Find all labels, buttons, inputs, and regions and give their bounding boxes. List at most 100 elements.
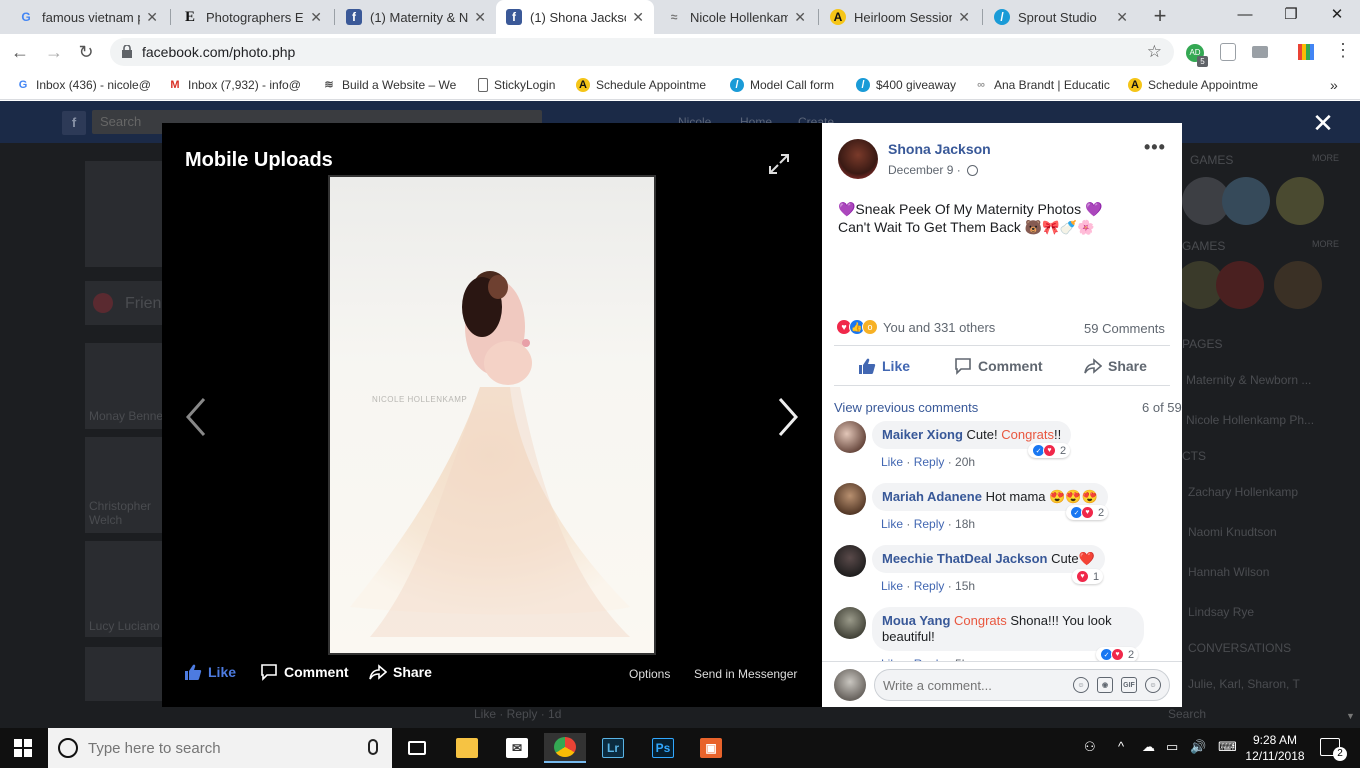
new-tab-button[interactable]: + <box>1148 5 1172 29</box>
viewer-like-button[interactable]: Like <box>184 663 236 681</box>
taskbar-search-input[interactable] <box>88 736 358 760</box>
comment-reply-link[interactable]: Reply <box>914 455 945 469</box>
extension-colorful-icon[interactable] <box>1298 44 1314 60</box>
friends-header-card: Frien <box>85 281 162 325</box>
post-author-name[interactable]: Shona Jackson <box>888 141 991 157</box>
next-photo-arrow-icon[interactable] <box>772 395 802 439</box>
bookmark-giveaway[interactable]: / $400 giveaway <box>856 76 962 94</box>
gif-icon[interactable]: GIF <box>1121 677 1137 693</box>
volume-icon[interactable]: 🔊 <box>1190 739 1206 755</box>
tab-shona-jackson[interactable]: f (1) Shona Jackson ✕ <box>496 0 654 34</box>
minimize-button[interactable]: — <box>1222 0 1268 30</box>
close-tab-icon[interactable]: ✕ <box>146 9 158 26</box>
restore-button[interactable]: ❐ <box>1268 0 1314 30</box>
bookmark-schedule-appointment-2[interactable]: A Schedule Appointme <box>1128 76 1264 94</box>
bookmark-inbox-info[interactable]: M Inbox (7,932) - info@ <box>168 76 304 94</box>
commenter-name[interactable]: Meechie ThatDeal Jackson <box>882 551 1047 566</box>
comment-reactions[interactable]: ✓ ♥ 2 <box>1096 647 1139 662</box>
back-button[interactable]: ← <box>8 40 32 64</box>
commenter-avatar[interactable] <box>834 545 866 577</box>
commenter-name[interactable]: Mariah Adanene <box>882 489 982 504</box>
viewer-comment-button[interactable]: Comment <box>260 663 349 681</box>
close-tab-icon[interactable]: ✕ <box>1116 9 1128 26</box>
commenter-avatar[interactable] <box>834 483 866 515</box>
post-comment-button[interactable]: Comment <box>954 357 1043 375</box>
keyboard-icon[interactable]: ⌨ <box>1218 739 1237 755</box>
app-orange-icon[interactable]: ▣ <box>690 733 732 763</box>
close-tab-icon[interactable]: ✕ <box>474 9 486 26</box>
camera-icon[interactable]: ◉ <box>1097 677 1113 693</box>
viewer-share-button[interactable]: Share <box>369 663 432 681</box>
page-scroll-down-arrow[interactable]: ▼ <box>1346 711 1355 721</box>
comment-reactions[interactable]: ✓ ♥ 2 <box>1028 443 1071 458</box>
fullscreen-expand-icon[interactable] <box>768 153 790 175</box>
tray-expand-icon[interactable]: ^ <box>1118 739 1124 754</box>
windows-start-icon[interactable] <box>14 739 32 757</box>
view-previous-comments-link[interactable]: View previous comments <box>834 400 978 415</box>
bookmark-stickylogin[interactable]: StickyLogin <box>478 76 568 94</box>
comments-count-link[interactable]: 59 Comments <box>1084 321 1165 336</box>
action-center-icon[interactable]: 2 <box>1320 738 1347 761</box>
bookmarks-overflow-button[interactable]: » <box>1330 76 1346 94</box>
commenter-name[interactable]: Maiker Xiong <box>882 427 963 442</box>
post-share-button[interactable]: Share <box>1084 357 1147 375</box>
bookmark-star-icon[interactable]: ☆ <box>1147 42 1162 62</box>
send-in-messenger-link[interactable]: Send in Messenger <box>694 667 797 681</box>
write-comment-input[interactable] <box>875 670 1065 700</box>
network-icon[interactable]: ▭ <box>1166 739 1178 755</box>
reactions-summary[interactable]: ♥ 👍 o You and 331 others <box>836 319 995 335</box>
close-tab-icon[interactable]: ✕ <box>632 9 644 26</box>
commenter-name[interactable]: Moua Yang <box>882 613 950 628</box>
close-viewer-button[interactable]: ✕ <box>1310 110 1336 137</box>
tab-photographers-edge[interactable]: E Photographers Ed ✕ <box>172 0 332 34</box>
extension-shield-icon[interactable] <box>1220 43 1236 61</box>
onedrive-icon[interactable]: ☁ <box>1142 739 1155 755</box>
forward-button[interactable]: → <box>42 40 66 64</box>
bookmark-schedule-appointment[interactable]: A Schedule Appointme <box>576 76 712 94</box>
comment-reply-link[interactable]: Reply <box>914 579 945 593</box>
comment-reply-link[interactable]: Reply <box>914 517 945 531</box>
tab-nicole-hollenkamp[interactable]: ≈ Nicole Hollenkamp ✕ <box>656 0 816 34</box>
comment-reactions[interactable]: ♥ 1 <box>1072 569 1104 584</box>
viewer-options-link[interactable]: Options <box>629 667 670 681</box>
tab-google-search[interactable]: G famous vietnam pl ✕ <box>8 0 168 34</box>
system-clock[interactable]: 9:28 AM 12/11/2018 <box>1244 732 1306 764</box>
close-tab-icon[interactable]: ✕ <box>794 9 806 26</box>
comment-reactions[interactable]: ✓ ♥ 2 <box>1066 505 1109 520</box>
file-explorer-icon[interactable] <box>446 733 488 763</box>
bookmark-model-call[interactable]: / Model Call form <box>730 76 844 94</box>
reload-button[interactable]: ↻ <box>74 40 98 64</box>
commenter-avatar[interactable] <box>834 421 866 453</box>
author-avatar[interactable] <box>838 139 878 179</box>
bookmark-inbox-nicole[interactable]: G Inbox (436) - nicole@ <box>16 76 152 94</box>
bookmark-build-website[interactable]: ≋ Build a Website – We <box>322 76 458 94</box>
close-tab-icon[interactable]: ✕ <box>958 9 970 26</box>
maternity-photo[interactable]: NICOLE HOLLENKAMP <box>328 175 656 655</box>
task-view-button[interactable] <box>396 733 438 763</box>
camera-extension-icon[interactable] <box>1252 46 1268 58</box>
photoshop-icon[interactable]: Ps <box>642 733 684 763</box>
chrome-taskbar-icon[interactable] <box>544 733 586 763</box>
emoji-icon[interactable]: ☺ <box>1073 677 1089 693</box>
lightroom-icon[interactable]: Lr <box>592 733 634 763</box>
microphone-icon[interactable] <box>368 739 378 755</box>
tab-heirloom-session[interactable]: A Heirloom Session ✕ <box>820 0 980 34</box>
menu-kebab-icon[interactable]: ⋮ <box>1334 40 1352 61</box>
tab-sprout-studio[interactable]: / Sprout Studio ✕ <box>984 0 1138 34</box>
close-tab-icon[interactable]: ✕ <box>310 9 322 26</box>
comment-like-link[interactable]: Like <box>881 455 903 469</box>
post-options-icon[interactable]: ••• <box>1144 137 1166 158</box>
bookmark-ana-brandt[interactable]: ∞ Ana Brandt | Educatic <box>974 76 1114 94</box>
previous-photo-arrow-icon[interactable] <box>182 395 212 439</box>
address-bar[interactable]: facebook.com/photo.php ☆ <box>110 38 1174 66</box>
people-icon[interactable]: ⚇ <box>1084 739 1096 755</box>
comment-like-link[interactable]: Like <box>881 517 903 531</box>
friend-card-1: Monay Benne <box>85 343 163 429</box>
commenter-avatar[interactable] <box>834 607 866 639</box>
mail-icon[interactable]: ✉ <box>496 733 538 763</box>
tab-maternity-facebook[interactable]: f (1) Maternity & Ne ✕ <box>336 0 496 34</box>
sticker-icon[interactable]: ☺ <box>1145 677 1161 693</box>
close-window-button[interactable]: ✕ <box>1314 0 1360 30</box>
post-like-button[interactable]: Like <box>858 357 910 375</box>
comment-like-link[interactable]: Like <box>881 579 903 593</box>
